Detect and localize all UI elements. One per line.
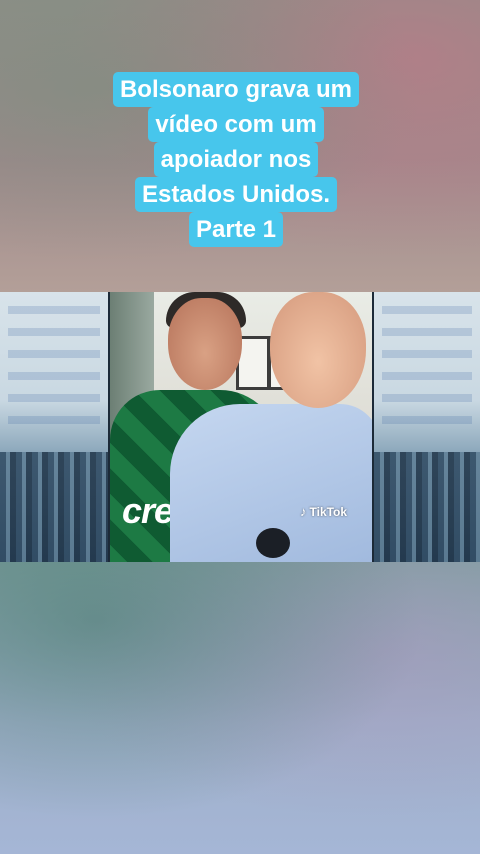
video-strip[interactable]: crefi ♪ TikTok xyxy=(0,292,480,562)
city-sky xyxy=(8,306,100,426)
city-image-left xyxy=(0,292,108,562)
person-right-face xyxy=(270,292,366,408)
city-sky xyxy=(382,306,472,426)
caption-line: Parte 1 xyxy=(188,212,284,247)
caption-line: apoiador nos xyxy=(153,142,319,177)
tiktok-note-icon: ♪ xyxy=(300,504,307,519)
caption-line: Estados Unidos. xyxy=(134,177,338,212)
caption-overlay: Bolsonaro grava um vídeo com um apoiador… xyxy=(90,72,382,247)
sunglasses xyxy=(256,528,290,558)
city-skyline xyxy=(0,452,108,562)
video-frame[interactable]: crefi ♪ TikTok xyxy=(110,292,372,562)
tiktok-watermark: ♪ TikTok xyxy=(300,504,347,519)
city-image-right xyxy=(374,292,480,562)
person-left-face xyxy=(168,298,242,390)
blurred-background-bottom xyxy=(0,562,480,854)
tiktok-brand: ♪ TikTok xyxy=(300,504,347,519)
city-skyline xyxy=(374,452,480,562)
caption-line: Bolsonaro grava um xyxy=(112,72,360,107)
caption-line: vídeo com um xyxy=(148,107,324,142)
tiktok-brand-label: TikTok xyxy=(309,504,348,519)
